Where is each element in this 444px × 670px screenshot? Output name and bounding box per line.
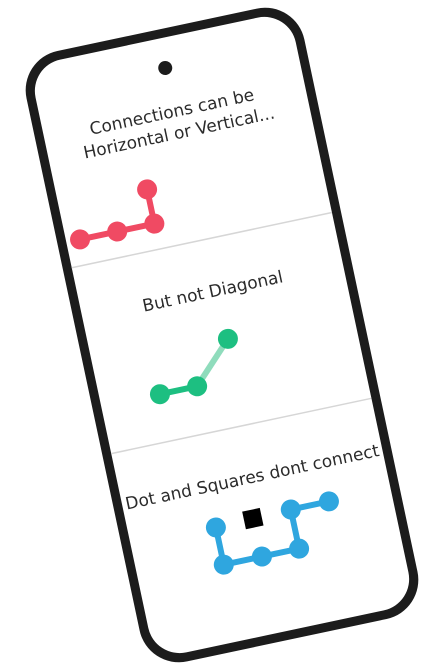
black-square-icon: [242, 507, 264, 530]
phone-mockup: Connections can be Horizontal or Vertica…: [25, 7, 419, 663]
phone-body: Connections can be Horizontal or Vertica…: [25, 7, 419, 663]
